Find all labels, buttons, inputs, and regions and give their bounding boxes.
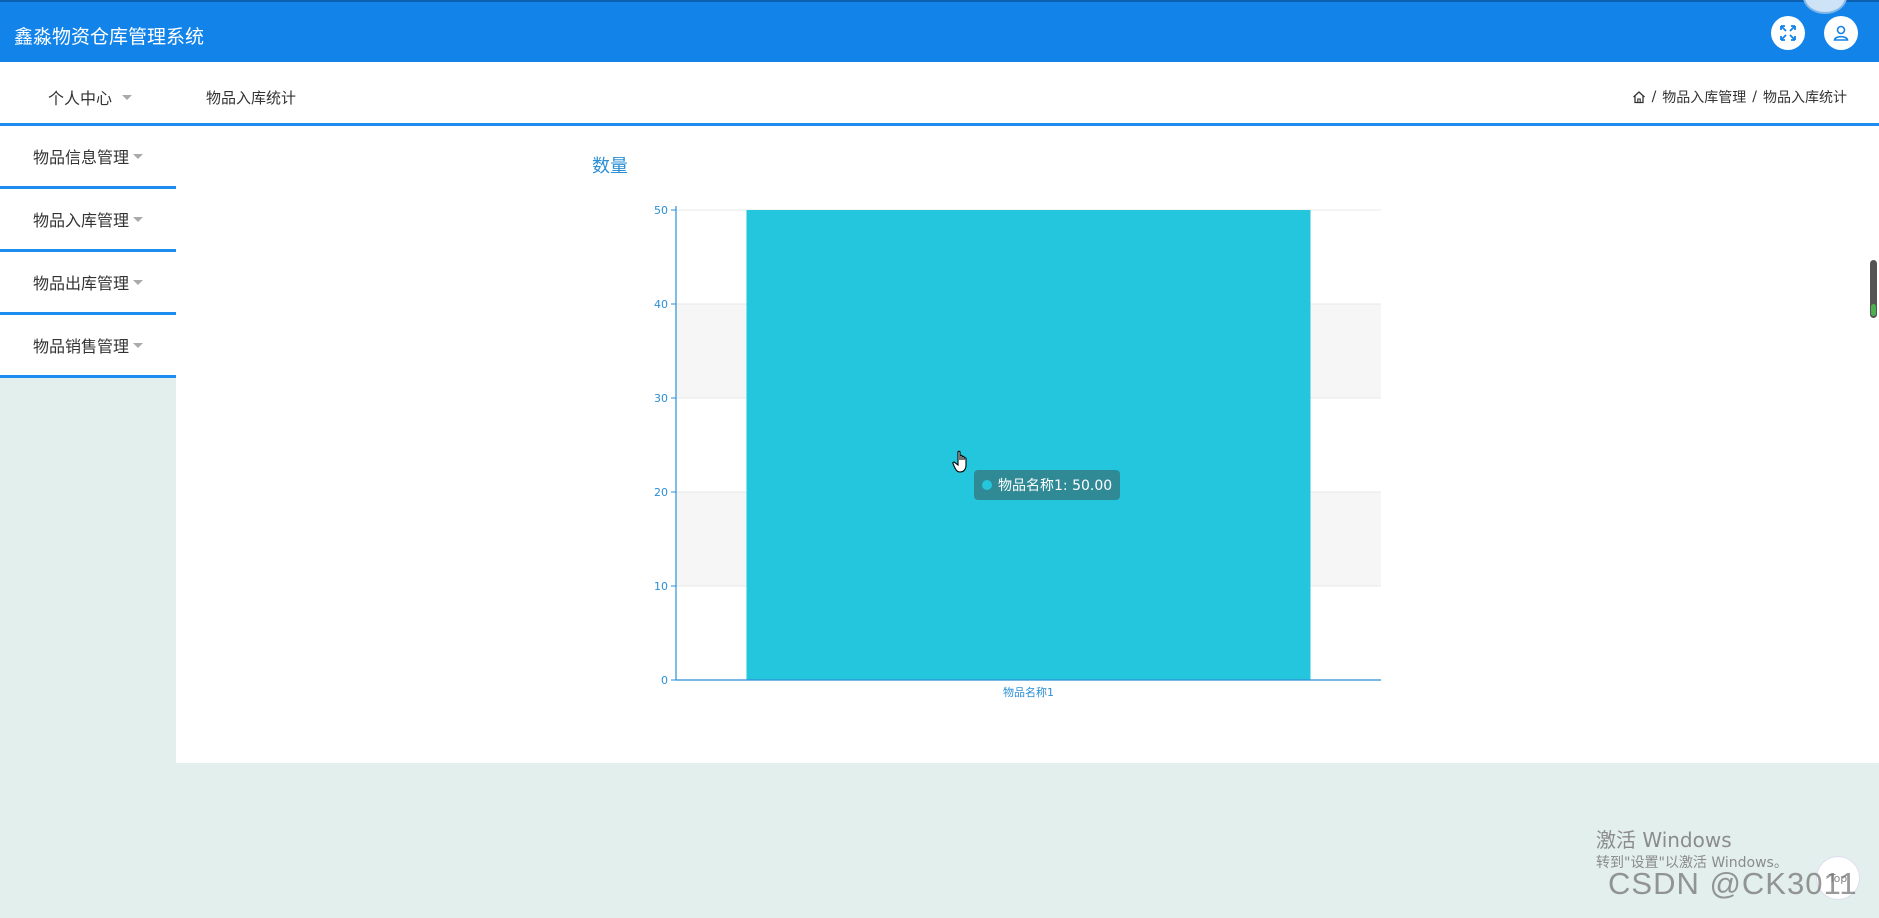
personal-center-label: 个人中心	[48, 89, 113, 108]
x-tick-label: 物品名称1	[1003, 685, 1054, 699]
caret-down-icon	[133, 342, 143, 348]
hand-cursor-icon	[952, 450, 967, 473]
caret-down-icon	[122, 94, 133, 100]
y-tick-label: 10	[654, 580, 668, 593]
sidebar-item-label: 物品入库管理	[32, 211, 129, 230]
bar[interactable]	[746, 210, 1311, 680]
home-icon[interactable]	[1632, 90, 1646, 104]
expand-icon	[1780, 25, 1796, 41]
user-icon	[1833, 25, 1849, 41]
y-tick-label: 0	[661, 674, 668, 687]
windows-activation-title: 激活 Windows	[1596, 828, 1732, 852]
breadcrumb-separator: /	[1752, 89, 1757, 105]
bar-chart: 0 10 20 30 40 50 物品名称1	[654, 204, 1381, 699]
sidebar-item-goods-inbound[interactable]: 物品入库管理	[0, 189, 176, 252]
fullscreen-button[interactable]	[1771, 16, 1805, 50]
caret-down-icon	[133, 216, 143, 222]
sidebar-item-label: 物品销售管理	[32, 337, 129, 356]
sidebar-item-goods-info[interactable]: 物品信息管理	[0, 126, 176, 189]
sidebar: 物品信息管理 物品入库管理 物品出库管理 物品销售管理	[0, 126, 176, 378]
y-tick-label: 30	[654, 392, 668, 405]
caret-down-icon	[133, 153, 143, 159]
breadcrumb-separator: /	[1651, 89, 1657, 105]
top-header: 鑫淼物资仓库管理系统	[0, 0, 1879, 62]
tooltip-label: 物品名称1: 50.00	[998, 478, 1113, 494]
breadcrumb-item[interactable]: 物品入库管理	[1662, 87, 1746, 107]
sidebar-item-label: 物品出库管理	[32, 274, 129, 293]
csdn-watermark: CSDN @CK3011	[1608, 866, 1858, 901]
sidebar-item-goods-outbound[interactable]: 物品出库管理	[0, 252, 176, 315]
y-tick-label: 40	[654, 298, 668, 311]
main-content: 数量 0 10 20 30 40 50 物品名称1 物品名称1: 50.00	[176, 126, 1879, 763]
chart-tooltip: 物品名称1: 50.00	[974, 470, 1121, 500]
breadcrumb: / 物品入库管理 / 物品入库统计	[1632, 87, 1847, 107]
avatar[interactable]	[1803, 0, 1847, 14]
sidebar-item-goods-sales[interactable]: 物品销售管理	[0, 315, 176, 378]
user-menu-button[interactable]	[1824, 16, 1858, 50]
scrollbar-thumb[interactable]	[1870, 260, 1877, 318]
y-tick-label: 20	[654, 486, 668, 499]
caret-down-icon	[133, 279, 143, 285]
series-marker-icon	[982, 480, 992, 490]
nav-bar: 个人中心 物品入库统计 / 物品入库管理 / 物品入库统计	[0, 62, 1879, 126]
sidebar-item-label: 物品信息管理	[32, 148, 129, 167]
personal-center-menu[interactable]: 个人中心	[48, 85, 133, 109]
page-title: 物品入库统计	[206, 89, 297, 107]
app-title: 鑫淼物资仓库管理系统	[14, 26, 205, 48]
breadcrumb-item: 物品入库统计	[1763, 90, 1847, 106]
y-tick-label: 50	[654, 204, 668, 217]
